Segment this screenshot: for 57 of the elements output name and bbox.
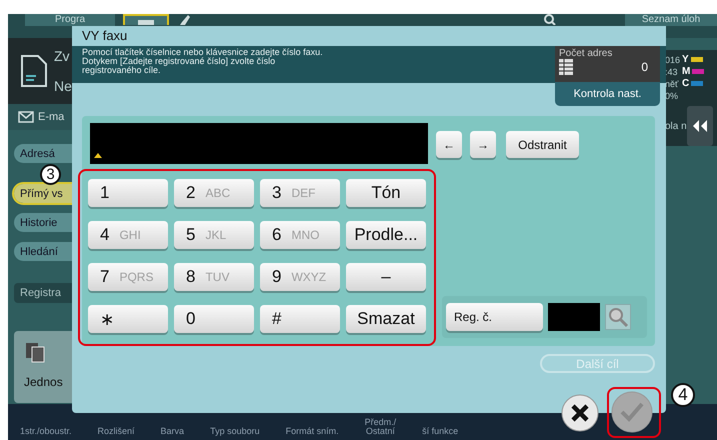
toner-label: M [682,66,690,77]
card-label: Jednos [24,375,63,389]
instructions-text: Pomocí tlačítek číselnice nebo klávesnice zadejte číslo faxu. Dotykem [Zadejte registrované číslo] zvolte číslo registrovaného cíle. [82,48,324,75]
check-settings-button[interactable]: Kontrola nast. [555,82,660,106]
function-key[interactable]: – [346,263,426,291]
status-text: :43 [665,66,679,78]
cursor-right-button[interactable]: → [470,131,496,158]
copy-mode-icon[interactable] [123,14,169,25]
keypad-key[interactable]: 9 WXYZ [260,263,340,291]
function-key[interactable]: Tón [346,179,426,207]
function-key[interactable]: Prodle... [346,221,426,249]
cursor-left-button[interactable]: ← [436,131,462,158]
step-number: 3 [40,164,61,185]
keypad-key[interactable]: 4 GHI [88,221,168,249]
registered-number-button[interactable]: Reg. č. [446,303,543,331]
toner-label: Y [682,54,689,65]
email-label: E-ma [38,111,64,123]
search-icon[interactable] [543,14,557,25]
function-tab[interactable]: Barva [160,427,184,436]
function-tab[interactable]: Typ souboru [210,427,260,436]
function-tab[interactable]: Formát sním. [286,427,339,436]
delete-button[interactable]: Odstranit [506,131,579,158]
keypad-key[interactable]: 3 DEF [260,179,340,207]
function-key[interactable]: Smazat [346,305,426,333]
step-number: 4 [671,383,695,407]
job-list-tab[interactable]: Seznam úloh [625,14,717,26]
keypad-key[interactable]: 2 ABC [174,179,254,207]
keypad-key[interactable]: 8 TUV [174,263,254,291]
collapse-icon[interactable] [686,106,713,146]
document-icon [18,54,48,88]
function-tab[interactable]: ší funkce [422,427,458,436]
number-field[interactable] [90,123,428,164]
function-tab[interactable]: Předm./ Ostatní [364,418,396,436]
program-tab[interactable]: Progra [25,14,115,26]
list-icon [559,59,573,75]
keypad-key[interactable]: 6 MNO [260,221,340,249]
mode-title: Zv [54,48,71,64]
highlight-frame [607,387,661,438]
keypad-key[interactable]: # [260,305,340,333]
toner-label: C [682,78,690,89]
address-count-value: 0 [641,60,648,74]
function-tab[interactable]: 1str./oboustr. [20,427,72,436]
keypad-key[interactable]: 0 [174,305,254,333]
status-text: ola n [665,120,687,132]
caret-icon [94,153,102,158]
keypad-key[interactable]: ∗ [88,305,168,333]
keypad-key[interactable]: 7 PQRS [88,263,168,291]
mode-subtitle: Ne [54,78,72,94]
dialog-title: VY faxu [82,27,128,45]
mail-icon [18,111,34,123]
keypad-key[interactable]: 5 JKL [174,221,254,249]
keypad-key[interactable]: 1 [88,179,168,207]
function-tab[interactable]: Rozlišení [98,427,135,436]
registered-number-field[interactable] [548,303,600,331]
address-count-label: Počet adres [559,48,614,59]
cancel-icon[interactable] [561,394,599,432]
pages-icon [24,341,46,363]
